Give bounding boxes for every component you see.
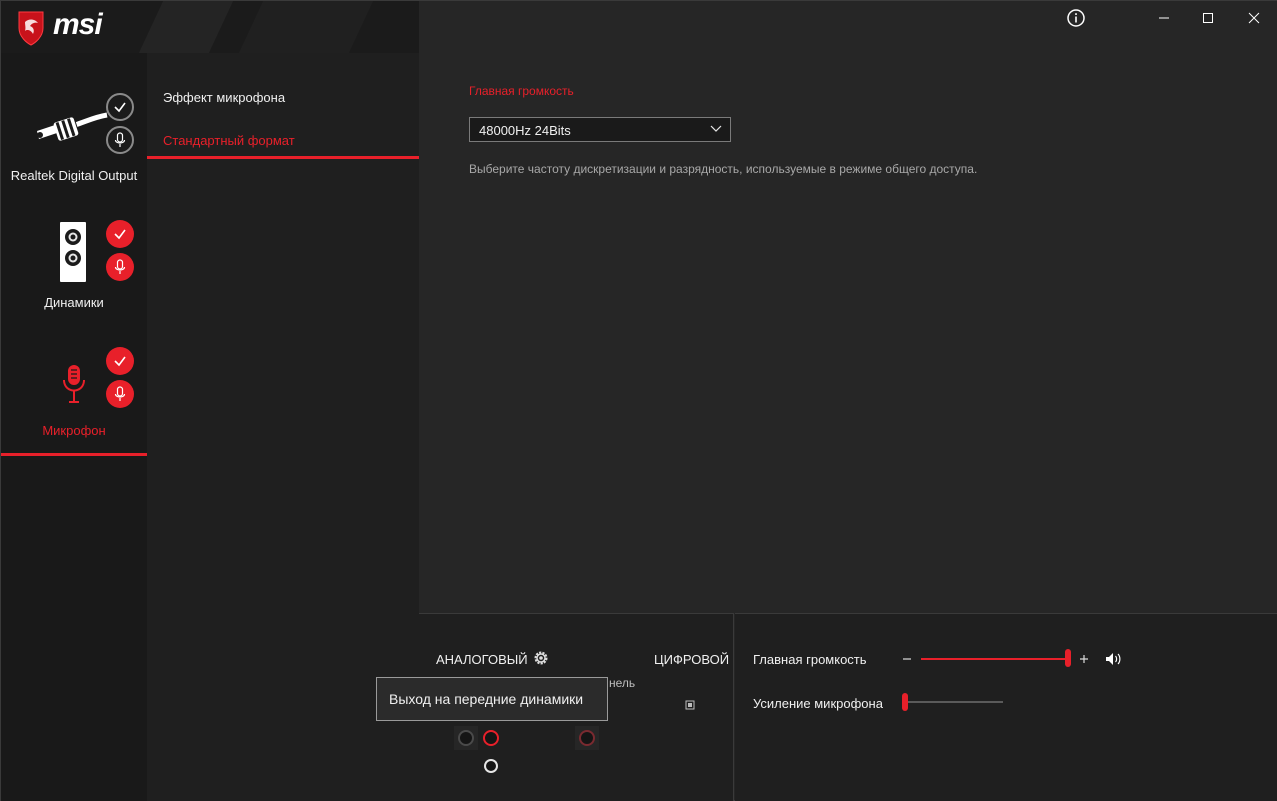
info-icon [1067, 9, 1085, 27]
plus-icon[interactable] [1079, 654, 1089, 664]
select-value: 48000Hz 24Bits [479, 123, 571, 138]
format-description: Выберите частоту дискретизации и разрядн… [469, 162, 978, 176]
jack-front-red[interactable] [479, 726, 503, 750]
app-window: msi Realtek Digital Output Динамики Микр… [0, 0, 1277, 801]
mic-status-icon [106, 126, 134, 154]
mic-boost-thumb[interactable] [902, 693, 908, 711]
mic-status-icon [106, 253, 134, 281]
minus-icon[interactable] [902, 654, 912, 664]
brand-logo: msi [53, 8, 103, 41]
minimize-button[interactable] [1152, 6, 1176, 30]
master-volume-track[interactable] [921, 658, 1067, 660]
submenu-selection-indicator [147, 156, 419, 159]
jack-front-bottom[interactable] [479, 754, 503, 778]
gear-icon[interactable] [532, 649, 550, 667]
status-check-icon [106, 220, 134, 248]
speaker-icon [60, 222, 86, 282]
maximize-button[interactable] [1196, 6, 1220, 30]
status-check-icon [106, 93, 134, 121]
device-label: Динамики [44, 295, 104, 310]
device-speakers[interactable]: Динамики [1, 219, 147, 329]
minimize-icon [1159, 17, 1169, 19]
mic-status-icon [106, 380, 134, 408]
active-device-indicator [1, 453, 147, 456]
submenu-item-mic-effect[interactable]: Эффект микрофона [163, 90, 285, 105]
mic-boost-track[interactable] [905, 701, 1003, 703]
status-check-icon [106, 347, 134, 375]
device-microphone[interactable]: Микрофон [1, 346, 147, 458]
device-label: Realtek Digital Output [10, 168, 138, 183]
device-label: Микрофон [42, 423, 106, 438]
volume-panel: Главная громкость Усиление микрофона [735, 613, 1277, 801]
analog-label: АНАЛОГОВЫЙ [436, 652, 528, 667]
close-icon [1248, 12, 1260, 24]
close-button[interactable] [1242, 6, 1266, 30]
jack-front-black[interactable] [454, 726, 478, 750]
app-header: msi [1, 1, 419, 53]
section-title: Главная громкость [469, 84, 574, 98]
maximize-icon [1203, 13, 1213, 23]
jack-digital[interactable] [575, 726, 599, 750]
speaker-volume-icon[interactable] [1105, 652, 1123, 666]
master-volume-label: Главная громкость [753, 652, 867, 667]
digital-port-icon [685, 700, 695, 710]
msi-dragon-logo-icon [18, 11, 44, 46]
mic-boost-label: Усиление микрофона [753, 696, 883, 711]
microphone-icon [63, 365, 85, 403]
submenu-item-default-format[interactable]: Стандартный формат [163, 133, 295, 148]
jack-tooltip: Выход на передние динамики [376, 677, 608, 721]
main-content: Главная громкость 48000Hz 24Bits Выберит… [419, 1, 1277, 613]
digital-label: ЦИФРОВОЙ [654, 652, 730, 667]
device-realtek-digital-output[interactable]: Realtek Digital Output [1, 89, 147, 199]
sample-format-select[interactable]: 48000Hz 24Bits [469, 117, 731, 142]
partial-label: нель [609, 676, 636, 690]
chevron-down-icon [710, 125, 722, 132]
info-button[interactable] [1064, 6, 1088, 30]
digital-cable-icon [37, 112, 108, 142]
master-volume-thumb[interactable] [1065, 649, 1071, 667]
